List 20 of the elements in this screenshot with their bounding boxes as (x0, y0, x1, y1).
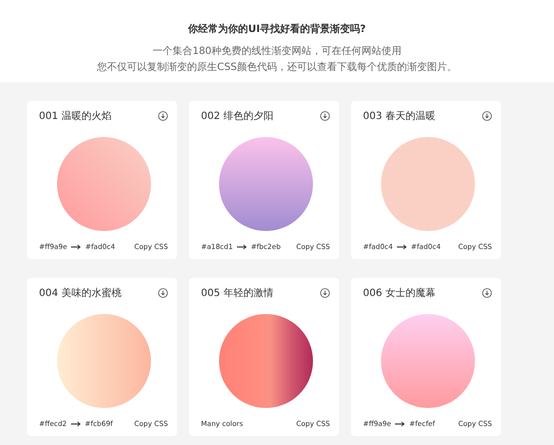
download-icon[interactable] (482, 111, 492, 121)
gradient-title: 004 美味的水蜜桃 (39, 286, 122, 300)
gradient-title: 003 春天的温暖 (363, 110, 436, 123)
arrow-icon (395, 421, 406, 427)
intro-text: 一个集合180种免费的线性渐变网站，可在任何网站使用 (151, 44, 403, 59)
gradient-title: 005 年轻的激情 (201, 286, 274, 300)
arrow-icon (396, 244, 407, 250)
gradient-title: 006 女士的魔幕 (363, 286, 436, 300)
arrow-icon (70, 421, 81, 427)
arrow-icon (236, 244, 247, 250)
page-heading: 你经常为你的UI寻找好看的背景渐变吗? (186, 22, 367, 36)
gradient-title: 002 绯色的夕阳 (201, 110, 274, 123)
intro-text: 您不仅可以复制渐变的原生CSS颜色代码，还可以查看下载每个优质的渐变图片。 (96, 60, 458, 75)
download-icon[interactable] (158, 111, 168, 121)
download-icon[interactable] (320, 111, 330, 121)
arrow-icon (71, 244, 82, 250)
gradient-title: 001 温暖的火焰 (39, 110, 112, 123)
download-icon[interactable] (482, 288, 492, 298)
download-icon[interactable] (320, 288, 330, 298)
download-icon[interactable] (158, 288, 168, 298)
